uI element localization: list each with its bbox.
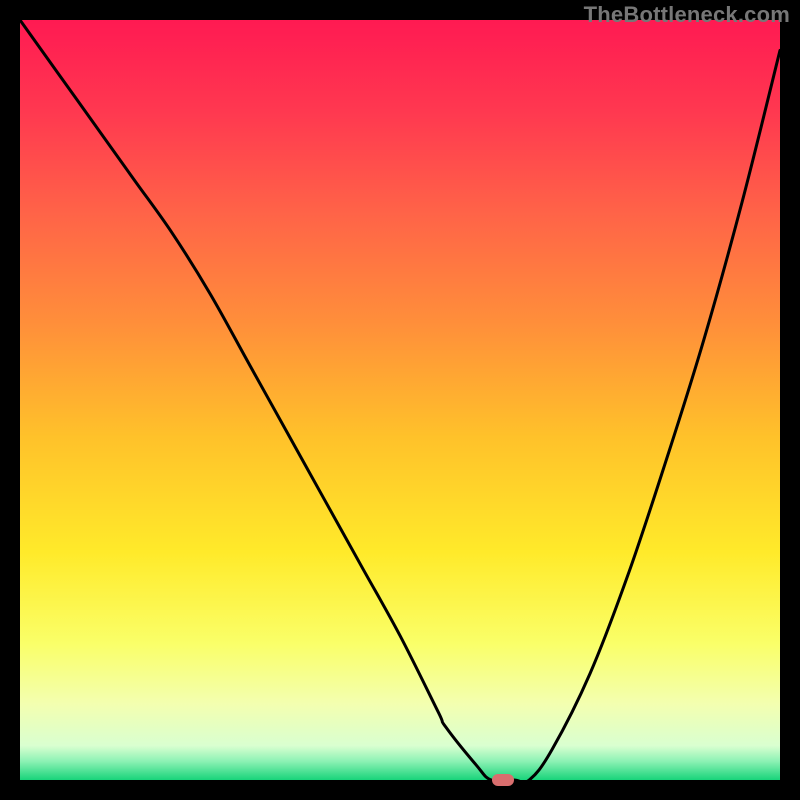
optimal-marker	[492, 774, 514, 786]
bottleneck-curve	[20, 20, 780, 780]
watermark-text: TheBottleneck.com	[584, 2, 790, 28]
chart-frame: TheBottleneck.com	[0, 0, 800, 800]
plot-area	[20, 20, 780, 780]
